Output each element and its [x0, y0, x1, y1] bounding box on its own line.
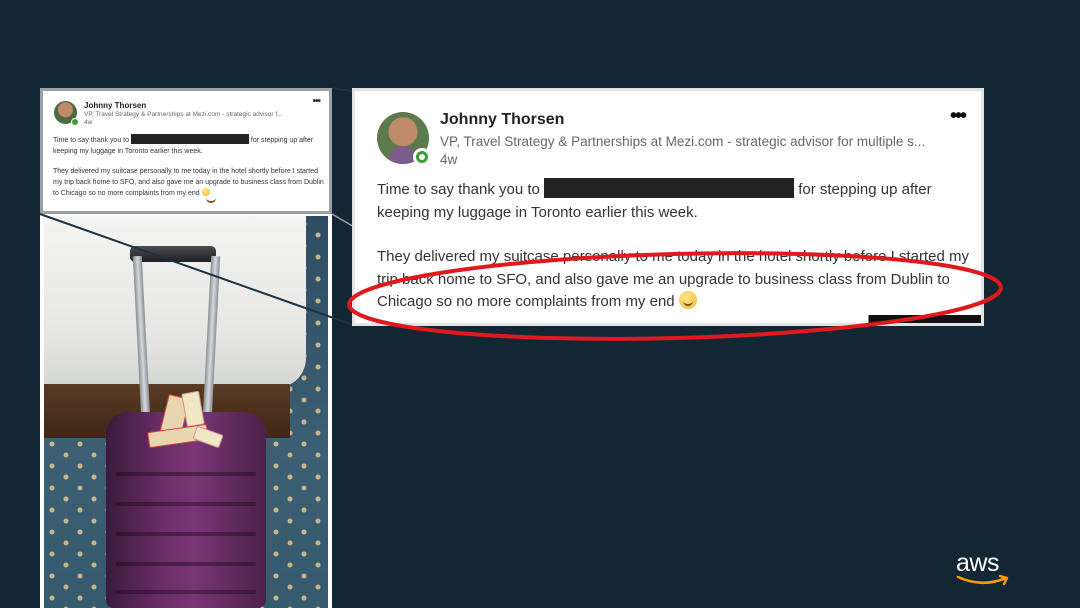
- aws-logo: aws: [952, 550, 1012, 590]
- smile-emoji-icon: [201, 188, 216, 203]
- suitcase-photo: [44, 216, 328, 608]
- highlight-ellipse: [347, 251, 1003, 341]
- presentation-slide: Johnny Thorsen VP, Travel Strategy & Par…: [0, 0, 1080, 608]
- post-text: Time to say thank you to: [53, 137, 131, 144]
- author-name[interactable]: Johnny Thorsen: [440, 111, 564, 129]
- linkedin-post-thumbnail: Johnny Thorsen VP, Travel Strategy & Par…: [40, 88, 332, 214]
- author-headline: VP, Travel Strategy & Partnerships at Me…: [84, 111, 283, 118]
- post-body: Time to say thank you to for stepping up…: [53, 134, 329, 203]
- author-headline: VP, Travel Strategy & Partnerships at Me…: [440, 134, 926, 149]
- suitcase-handle-grip: [130, 246, 216, 262]
- more-options-icon[interactable]: •••: [312, 96, 320, 107]
- post-time: 4w: [440, 152, 458, 167]
- online-status-icon: [71, 118, 79, 126]
- post-text: Time to say thank you to: [377, 181, 545, 198]
- redacted-name: [130, 134, 249, 144]
- aws-logo-text: aws: [956, 549, 999, 577]
- post-text: They delivered my suitcase personally to…: [53, 168, 324, 197]
- online-status-icon: [413, 148, 431, 166]
- hotel-bed: [44, 216, 306, 388]
- post-time: 4w: [84, 119, 93, 126]
- redacted-name: [544, 178, 795, 198]
- aws-smile-icon: [956, 574, 1009, 586]
- more-options-icon[interactable]: •••: [950, 105, 967, 128]
- author-name: Johnny Thorsen: [84, 101, 147, 110]
